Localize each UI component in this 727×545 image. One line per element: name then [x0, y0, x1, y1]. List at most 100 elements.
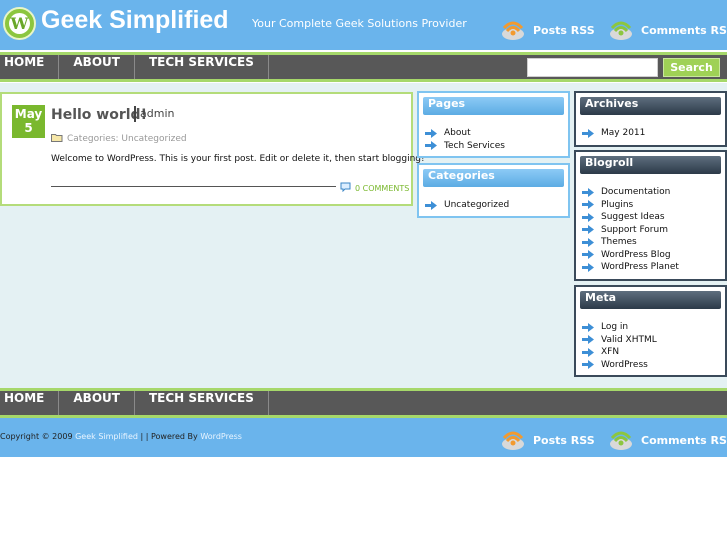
blogroll-widget: Blogroll Documentation Plugins Suggest I… [574, 150, 727, 281]
arrow-icon [582, 335, 594, 345]
arrow-icon [582, 128, 594, 138]
meta-item-log-in[interactable]: Log in [582, 321, 657, 334]
arrow-icon [582, 347, 594, 357]
footer-nav-home[interactable]: HOME [0, 391, 60, 415]
blogroll-list: Documentation Plugins Suggest Ideas Supp… [582, 186, 679, 274]
categories-widget: Categories Uncategorized [417, 163, 570, 218]
blogroll-item-label: Plugins [601, 199, 634, 210]
rss-orange-icon [501, 18, 525, 42]
comments-rss-label: Comments RSS [641, 23, 727, 37]
nav-home[interactable]: HOME [0, 55, 60, 79]
categories-item-label: Uncategorized [444, 200, 510, 211]
comment-bubble-icon [340, 182, 351, 194]
footer-nav-about[interactable]: ABOUT [59, 391, 135, 415]
footer-comments-rss-label: Comments RSS [641, 433, 727, 447]
post-month: May [14, 107, 43, 121]
blogroll-item-label: Support Forum [601, 224, 668, 235]
nav-about[interactable]: ABOUT [59, 55, 135, 79]
blogroll-item-wordpress-planet[interactable]: WordPress Planet [582, 261, 679, 274]
search-input[interactable] [527, 58, 658, 77]
meta-widget: Meta Log in Valid XHTML XFN WordPress [574, 285, 727, 377]
arrow-icon [425, 200, 437, 210]
footer-site-link[interactable]: Geek Simplified [75, 432, 138, 441]
footer-nav-tech-services[interactable]: TECH SERVICES [135, 391, 269, 415]
meta-item-wordpress[interactable]: WordPress [582, 359, 657, 372]
pages-item-tech-services[interactable]: Tech Services [425, 140, 505, 153]
blogroll-item-label: Themes [601, 237, 637, 248]
post-title[interactable]: Hello world! [51, 107, 147, 123]
blogroll-widget-title: Blogroll [580, 156, 721, 174]
rss-green-icon [609, 18, 633, 42]
posts-rss-label: Posts RSS [533, 23, 595, 37]
blogroll-item-suggest-ideas[interactable]: Suggest Ideas [582, 211, 679, 224]
pages-item-label: About [444, 128, 471, 139]
post: May 5 Hello world! admin Categories: Unc… [0, 92, 425, 206]
categories-list: Uncategorized [425, 199, 509, 212]
blogroll-item-label: WordPress Planet [601, 262, 679, 273]
archives-item-label: May 2011 [601, 128, 646, 139]
pages-item-about[interactable]: About [425, 127, 505, 140]
blogroll-item-wordpress-blog[interactable]: WordPress Blog [582, 249, 679, 262]
nav-menu: HOME ABOUT TECH SERVICES [0, 55, 269, 79]
wordpress-logo-letter: W [9, 13, 30, 34]
search-button[interactable]: Search [663, 58, 720, 77]
nav-tech-services[interactable]: TECH SERVICES [135, 55, 269, 79]
copyright-prefix: Copyright © 2009 [0, 432, 73, 441]
blogroll-item-label: WordPress Blog [601, 249, 671, 260]
footer-wordpress-link[interactable]: WordPress [200, 432, 242, 441]
powered-prefix: | | Powered By [140, 432, 198, 441]
arrow-icon [425, 141, 437, 151]
post-categories: Categories: Uncategorized [51, 133, 187, 145]
wordpress-logo[interactable]: W [3, 7, 36, 40]
archives-widget: Archives May 2011 [574, 91, 727, 147]
meta-widget-title: Meta [580, 291, 721, 309]
blogroll-item-themes[interactable]: Themes [582, 236, 679, 249]
blogroll-item-documentation[interactable]: Documentation [582, 186, 679, 199]
site-title[interactable]: Geek Simplified [41, 6, 229, 35]
post-comments-link[interactable]: 0 COMMENTS [340, 182, 409, 194]
folder-icon [51, 133, 63, 145]
categories-item-uncategorized[interactable]: Uncategorized [425, 199, 509, 212]
pages-list: About Tech Services [425, 127, 505, 152]
blogroll-item-label: Documentation [601, 187, 671, 198]
arrow-icon [582, 237, 594, 247]
arrow-icon [425, 128, 437, 138]
meta-item-label: Log in [601, 322, 629, 333]
post-categories-label[interactable]: Categories: Uncategorized [67, 134, 187, 144]
arrow-icon [582, 250, 594, 260]
meta-item-label: WordPress [601, 359, 648, 370]
footer-nav: HOME ABOUT TECH SERVICES [0, 388, 727, 418]
meta-item-xfn[interactable]: XFN [582, 346, 657, 359]
meta-list: Log in Valid XHTML XFN WordPress [582, 321, 657, 371]
post-body: Welcome to WordPress. This is your first… [51, 154, 425, 164]
post-comments-label: 0 COMMENTS [355, 183, 410, 193]
post-author: admin [134, 106, 174, 122]
archives-widget-title: Archives [580, 97, 721, 115]
footer-posts-rss-label: Posts RSS [533, 433, 595, 447]
blogroll-item-support-forum[interactable]: Support Forum [582, 224, 679, 237]
page: W Geek Simplified Your Complete Geek Sol… [0, 0, 727, 545]
footer-comments-rss-link[interactable]: Comments RSS [609, 428, 727, 452]
post-divider [51, 186, 336, 187]
meta-item-valid-xhtml[interactable]: Valid XHTML [582, 334, 657, 347]
archives-list: May 2011 [582, 127, 645, 140]
posts-rss-link[interactable]: Posts RSS [501, 18, 595, 42]
pages-item-label: Tech Services [444, 140, 505, 151]
pages-widget: Pages About Tech Services [417, 91, 570, 158]
post-day: 5 [24, 121, 33, 135]
arrow-icon [582, 322, 594, 332]
arrow-icon [582, 225, 594, 235]
footer-nav-menu: HOME ABOUT TECH SERVICES [0, 391, 269, 415]
arrow-icon [582, 187, 594, 197]
rss-orange-icon [501, 428, 525, 452]
categories-widget-title: Categories [423, 169, 564, 187]
copyright-line: Copyright © 2009 Geek Simplified | | Pow… [0, 432, 242, 441]
footer-posts-rss-link[interactable]: Posts RSS [501, 428, 595, 452]
post-date-badge: May 5 [12, 105, 45, 138]
archives-item-may-2011[interactable]: May 2011 [582, 127, 645, 140]
pages-widget-title: Pages [423, 97, 564, 115]
blogroll-item-plugins[interactable]: Plugins [582, 199, 679, 212]
meta-item-label: XFN [601, 347, 620, 358]
comments-rss-link[interactable]: Comments RSS [609, 18, 727, 42]
arrow-icon [582, 360, 594, 370]
